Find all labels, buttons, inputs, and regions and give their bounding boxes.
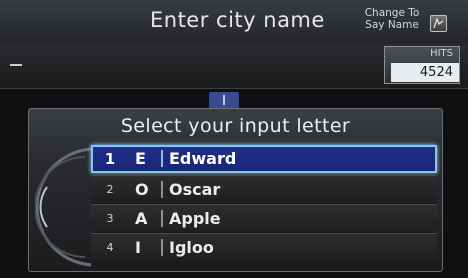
list-item[interactable]: 3 A Apple <box>91 204 437 232</box>
separator <box>161 239 163 256</box>
change-to-label: Change To <box>364 7 420 19</box>
dialog-title: Select your input letter <box>120 115 351 137</box>
item-word: Igloo <box>169 238 214 257</box>
letter-select-dialog: Select your input letter 1 E Edward 2 O … <box>28 108 443 272</box>
page-title: Enter city name <box>150 8 325 32</box>
item-letter: O <box>135 180 149 199</box>
list-item[interactable]: 1 E Edward <box>91 145 437 173</box>
letter-list: 1 E Edward 2 O Oscar 3 A Apple 4 I Igloo <box>91 145 437 267</box>
separator <box>161 150 163 167</box>
item-number: 2 <box>106 183 114 196</box>
input-row: HITS 4524 <box>0 44 468 89</box>
item-letter: A <box>135 209 148 228</box>
separator <box>161 210 163 227</box>
separator <box>161 181 163 198</box>
hits-value: 4524 <box>391 63 459 82</box>
item-letter: I <box>135 238 141 257</box>
list-item[interactable]: 4 I Igloo <box>91 233 437 261</box>
item-word: Apple <box>169 209 221 228</box>
hits-label: HITS <box>430 48 453 59</box>
scroll-wheel-icon[interactable] <box>35 147 95 267</box>
list-item[interactable]: 2 O Oscar <box>91 175 437 203</box>
change-to-say-name-button[interactable]: Change To Say Name <box>364 7 420 31</box>
hits-counter: HITS 4524 <box>384 46 460 84</box>
nav-screen: Enter city name Change To Say Name HITS … <box>0 0 468 278</box>
input-cursor <box>10 64 22 66</box>
voice-toggle-icon[interactable] <box>430 15 447 32</box>
item-word: Oscar <box>169 180 221 199</box>
item-number: 4 <box>106 241 114 254</box>
item-letter: E <box>135 149 146 168</box>
item-number: 1 <box>104 150 116 168</box>
header-bar: Enter city name Change To Say Name <box>0 0 468 44</box>
say-name-label: Say Name <box>365 19 419 31</box>
item-word: Edward <box>169 149 237 168</box>
item-number: 3 <box>106 212 114 225</box>
